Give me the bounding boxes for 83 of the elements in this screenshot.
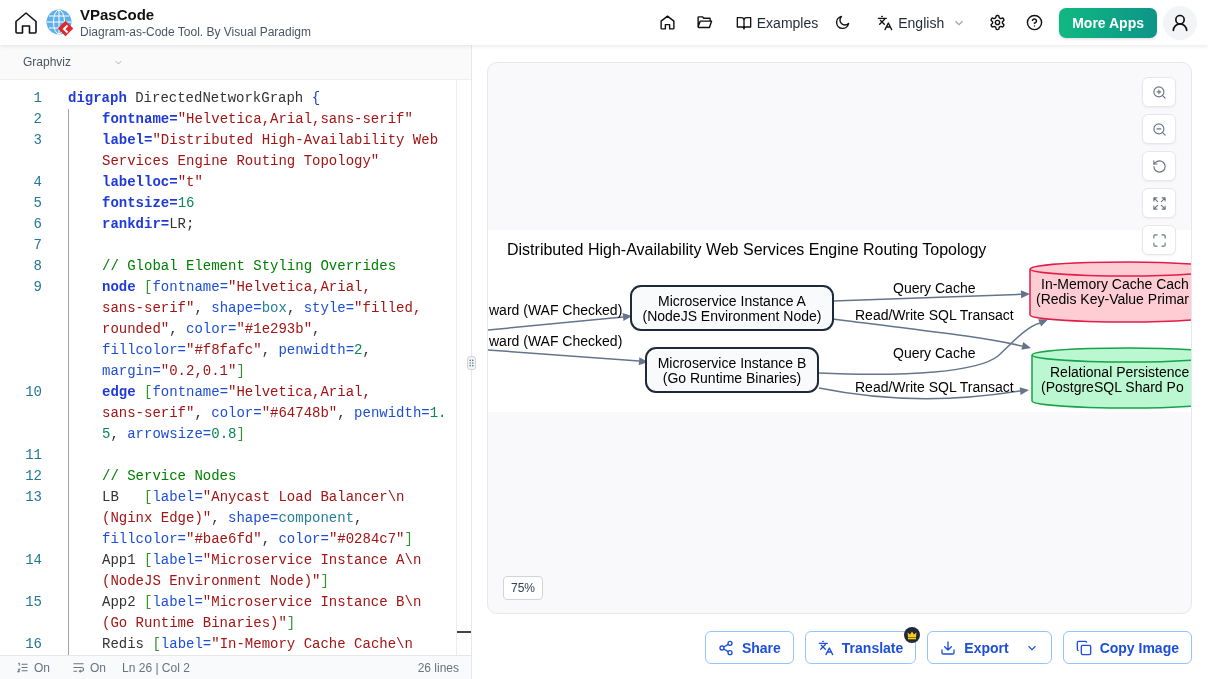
line-number: 8 [33, 257, 42, 276]
code-line: App2 [label="Microservice Instance B\n (Go Runtime Binaries)"] [68, 592, 422, 634]
line-number: 10 [25, 383, 42, 402]
code-line: edge [fontname="Helvetica,Arial, sans-serif", color="#64748b", penwidth=1. 5, arrowsize=0.8] [68, 382, 447, 445]
translate-icon [817, 639, 834, 656]
zoom-out-button[interactable] [1142, 114, 1176, 144]
node-label: Microservice Instance B (Go Runtime Binaries) [657, 354, 807, 386]
language-dropdown[interactable]: Graphviz [12, 49, 132, 75]
code-line: fontname="Helvetica,Arial,sans-serif" [68, 109, 413, 130]
account-button[interactable] [1163, 5, 1197, 40]
user-icon [1170, 12, 1190, 33]
word-wrap-toggle[interactable]: On [73, 660, 107, 675]
zoom-level: 75% [503, 576, 544, 600]
examples-button[interactable]: Examples [731, 7, 823, 38]
cursor-position: Ln 26 | Col 2 [122, 660, 190, 675]
language-select[interactable]: English [873, 7, 971, 38]
line-count: 26 lines [417, 660, 459, 675]
node-label: In-Memory Cache Cach (Redis Key-Value Primar [1036, 276, 1189, 307]
app-tagline: Diagram-as-Code Tool. By Visual Paradigm [80, 25, 311, 39]
node-label: Microservice Instance A (NodeJS Environment Node) [642, 292, 822, 324]
home-button[interactable] [14, 10, 38, 35]
line-number: 11 [25, 446, 42, 465]
help-icon [1025, 14, 1043, 31]
code-line: digraph DirectedNetworkGraph { [68, 89, 321, 108]
line-number: 9 [33, 278, 42, 297]
download-icon [940, 639, 957, 656]
line-number: 5 [33, 194, 42, 213]
edge-label: ward (WAF Checked) [489, 302, 623, 318]
line-numbers-toggle[interactable]: On [17, 660, 50, 675]
line-number: 1 [33, 89, 42, 108]
fullscreen-icon [1151, 232, 1167, 248]
line-number: 3 [33, 131, 42, 150]
edge-label: ward (WAF Checked) [489, 333, 623, 349]
line-number: 14 [25, 551, 42, 570]
code-line: // Service Nodes [68, 466, 237, 487]
export-button[interactable]: Export [927, 631, 1052, 664]
edge-label: Read/Write SQL Transact [855, 379, 1014, 395]
folder-icon [696, 14, 714, 31]
line-number: 13 [25, 488, 42, 507]
line-number: 6 [33, 215, 42, 234]
zoom-in-button[interactable] [1142, 77, 1176, 107]
expand-arrows-icon [1151, 195, 1167, 211]
scrollbar-marker [457, 631, 471, 633]
wrap-icon [73, 662, 84, 673]
resize-handle[interactable] [467, 356, 476, 370]
share-button[interactable]: Share [704, 631, 794, 664]
book-icon [735, 14, 752, 31]
line-number: 7 [33, 236, 42, 255]
line-number: 2 [33, 110, 42, 129]
translate-button[interactable]: Translate [804, 631, 917, 664]
edge-label: Query Cache [893, 280, 976, 296]
rotate-icon [1151, 158, 1167, 174]
logo-icon [46, 8, 74, 37]
code-line: node [fontname="Helvetica,Arial, sans-serif", shape=box, style="filled, rounded", color="#1e293b", fillcolor="#f8fafc", penwidth=2, margin="0.2,0.1"] [68, 277, 422, 382]
home-icon [14, 10, 38, 35]
code-line: label="Distributed High-Availability Web Services Engine Routing Topology" [68, 130, 439, 172]
line-number: 16 [25, 635, 42, 654]
moon-icon [833, 14, 851, 31]
line-number: 4 [33, 173, 42, 192]
translate-icon [877, 14, 894, 31]
code-line: App1 [label="Microservice Instance A\n (NodeJS Environment Node)"] [68, 550, 422, 592]
copy-image-button[interactable]: Copy Image [1062, 631, 1192, 664]
diagram-title: Distributed High-Availability Web Services Engine Routing Topology [507, 241, 987, 258]
zoom-in-icon [1151, 84, 1167, 100]
settings-icon [988, 14, 1006, 31]
copy-icon [1075, 639, 1092, 656]
fit-view-button[interactable] [1142, 188, 1176, 218]
line-number: 15 [25, 593, 42, 612]
code-line: fontsize=16 [68, 193, 195, 214]
home-icon [659, 14, 677, 31]
code-line: // Global Element Styling Overrides [68, 256, 397, 277]
numbered-list-icon [17, 662, 28, 673]
code-line: LB [label="Anycast Load Balancer\n (Nginx Edge)", shape=component, fillcolor="#bae6fd", color="#0284c7"] [68, 487, 413, 550]
node-label: Relational Persistence (PostgreSQL Shard Po [1041, 364, 1190, 395]
app-name: VPasCode [80, 6, 156, 23]
code-line: labelloc="t" [68, 172, 203, 193]
edge-label: Read/Write SQL Transact [855, 307, 1014, 323]
line-number: 12 [25, 467, 42, 486]
edge-label: Query Cache [893, 345, 976, 361]
zoom-out-icon [1151, 121, 1167, 137]
code-line: rankdir=LR; [68, 214, 195, 235]
reset-view-button[interactable] [1142, 151, 1176, 181]
share-icon [717, 639, 734, 656]
